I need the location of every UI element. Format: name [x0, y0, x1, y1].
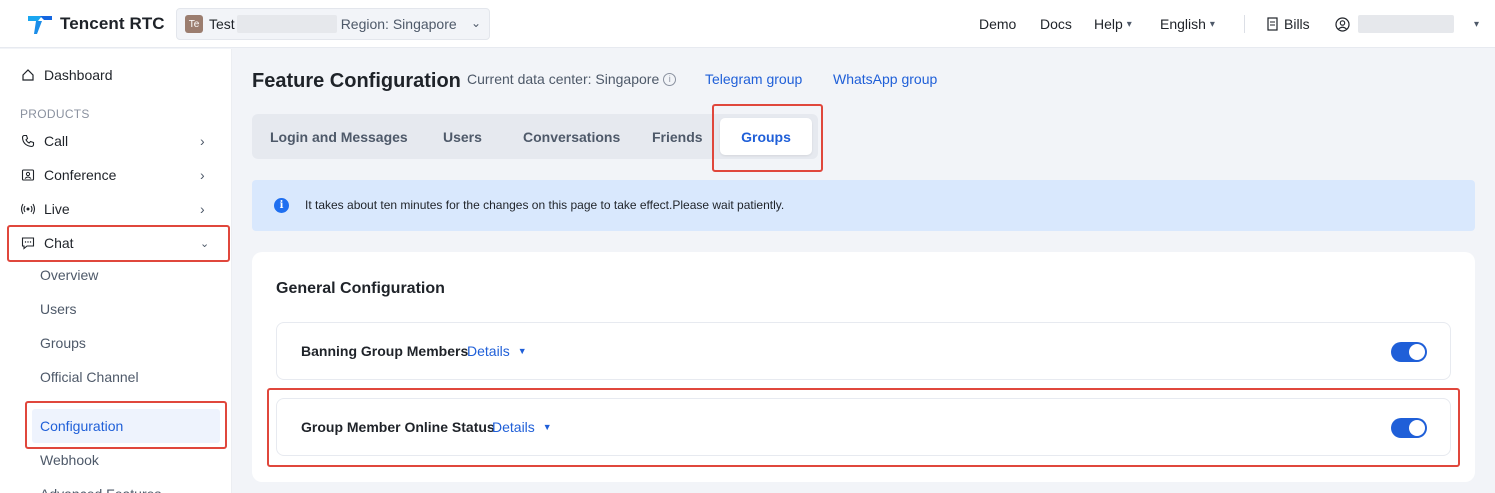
- config-row-group-member-online-status: Group Member Online Status Details ▼: [276, 398, 1451, 456]
- details-label: Details: [492, 419, 535, 435]
- chevron-down-icon: ▾: [1126, 18, 1132, 30]
- tencent-rtc-logo-icon: [28, 16, 52, 34]
- sidebar-subitem-webhook[interactable]: Webhook: [32, 443, 220, 477]
- user-icon: [1335, 16, 1350, 32]
- sidebar-subitem-official-channel[interactable]: Official Channel: [32, 360, 220, 394]
- details-toggle[interactable]: Details ▼: [492, 419, 552, 435]
- nav-demo[interactable]: Demo: [979, 0, 1016, 48]
- chevron-down-icon: ⌄: [470, 16, 481, 30]
- sidebar-item-call[interactable]: Call ›: [0, 124, 232, 158]
- app-avatar: Te: [185, 15, 203, 33]
- data-center-label: Current data center: Singapore i: [467, 71, 677, 87]
- user-menu[interactable]: ▾: [1335, 0, 1479, 48]
- app-selector[interactable]: Te Test Region: Singapore ⌄: [176, 8, 490, 40]
- details-label: Details: [467, 343, 510, 359]
- config-row-name: Banning Group Members: [301, 343, 469, 359]
- redacted-username: [1358, 15, 1454, 33]
- sidebar-item-label: Chat: [44, 235, 74, 251]
- broadcast-icon: [20, 201, 36, 217]
- sidebar-subitem-users[interactable]: Users: [32, 292, 220, 326]
- sidebar: Dashboard PRODUCTS Call › Conference › L…: [0, 49, 232, 493]
- sidebar-item-chat[interactable]: Chat ⌄: [0, 226, 232, 260]
- sidebar-subitem-configuration[interactable]: Configuration: [32, 409, 220, 443]
- app-region: Region: Singapore: [340, 16, 457, 32]
- details-toggle[interactable]: Details ▼: [467, 343, 527, 359]
- data-center-text: Current data center: Singapore: [467, 71, 660, 87]
- sidebar-item-label: Live: [44, 201, 70, 217]
- notice-text: It takes about ten minutes for the chang…: [305, 198, 785, 212]
- sidebar-item-label: Call: [44, 133, 69, 149]
- bill-icon: [1267, 17, 1278, 31]
- whatsapp-group-link[interactable]: WhatsApp group: [833, 71, 937, 87]
- feature-tabs: Login and Messages Users Conversations F…: [252, 114, 818, 159]
- nav-help[interactable]: Help ▾: [1094, 0, 1132, 48]
- section-title: General Configuration: [276, 280, 445, 297]
- sidebar-subitem-groups[interactable]: Groups: [32, 326, 220, 360]
- chevron-right-icon: ›: [200, 167, 205, 183]
- nav-demo-label: Demo: [979, 16, 1017, 32]
- caret-down-icon: ▼: [517, 346, 527, 356]
- language-selector[interactable]: English ▾: [1160, 0, 1215, 48]
- tab-groups[interactable]: Groups: [720, 118, 812, 155]
- banning-group-members-switch[interactable]: [1391, 342, 1427, 362]
- nav-help-label: Help: [1094, 16, 1123, 32]
- config-row-name: Group Member Online Status: [301, 419, 495, 435]
- brand-logo[interactable]: Tencent RTC: [26, 12, 165, 36]
- chevron-down-icon: ⌄: [200, 237, 210, 250]
- chevron-down-icon: ▾: [1474, 18, 1480, 30]
- chevron-right-icon: ›: [200, 201, 205, 217]
- caret-down-icon: ▼: [542, 422, 552, 432]
- language-label: English: [1160, 16, 1206, 32]
- nav-docs[interactable]: Docs: [1040, 0, 1072, 48]
- page-title: Feature Configuration: [252, 70, 461, 92]
- info-icon[interactable]: i: [663, 72, 677, 86]
- nav-bills-label: Bills: [1284, 16, 1310, 32]
- config-row-banning-group-members: Banning Group Members Details ▼: [276, 322, 1451, 380]
- phone-icon: [20, 133, 36, 149]
- top-bar: Tencent RTC Te Test Region: Singapore ⌄ …: [0, 0, 1495, 48]
- chevron-right-icon: ›: [200, 133, 205, 149]
- chevron-down-icon: ▾: [1209, 18, 1215, 30]
- tab-friends[interactable]: Friends: [652, 114, 703, 159]
- chat-icon: [20, 235, 36, 251]
- tab-conversations[interactable]: Conversations: [523, 114, 620, 159]
- sidebar-item-conference[interactable]: Conference ›: [0, 158, 232, 192]
- telegram-group-link[interactable]: Telegram group: [705, 71, 802, 87]
- sidebar-section-products: PRODUCTS: [20, 107, 90, 121]
- app-name: Test: [209, 16, 235, 32]
- sidebar-item-label: Conference: [44, 167, 117, 183]
- sidebar-item-live[interactable]: Live ›: [0, 192, 232, 226]
- sidebar-subitem-overview[interactable]: Overview: [32, 258, 220, 292]
- nav-docs-label: Docs: [1040, 16, 1072, 32]
- info-icon: i: [274, 198, 289, 213]
- sidebar-item-dashboard[interactable]: Dashboard: [0, 58, 232, 92]
- sidebar-item-label: Dashboard: [44, 67, 113, 83]
- nav-divider: [1244, 15, 1245, 33]
- conference-icon: [20, 167, 36, 183]
- redacted-app-id: [236, 15, 337, 33]
- nav-bills[interactable]: Bills: [1266, 0, 1310, 48]
- tab-users[interactable]: Users: [443, 114, 482, 159]
- brand-name: Tencent RTC: [60, 14, 165, 33]
- home-icon: [20, 67, 36, 83]
- general-configuration-card: General Configuration Banning Group Memb…: [252, 252, 1475, 482]
- tab-login-and-messages[interactable]: Login and Messages: [270, 114, 408, 159]
- group-member-online-status-switch[interactable]: [1391, 418, 1427, 438]
- sidebar-subitem-advanced-features[interactable]: Advanced Features: [32, 477, 220, 493]
